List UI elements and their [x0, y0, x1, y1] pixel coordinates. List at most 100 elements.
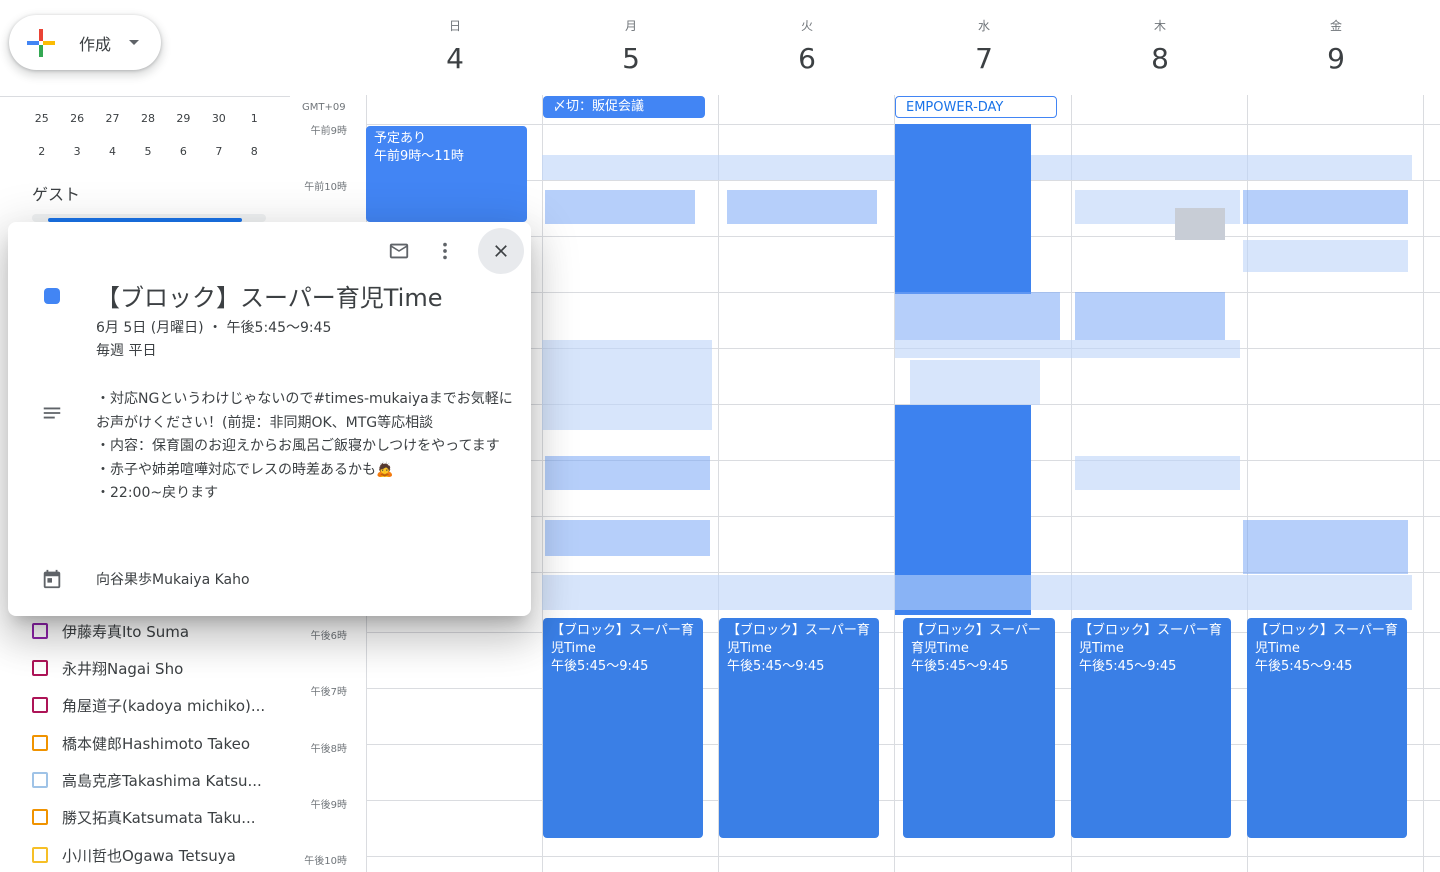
event-description: ・対応NGというわけじゃないので#times-mukaiyaまでお気軽にお声がけ… [96, 391, 513, 501]
day-number[interactable]: 4 [425, 42, 485, 75]
event-title: 【ブロック】スーパー育児Time [96, 284, 443, 312]
guest-item[interactable]: 角屋道子(kadoya michiko)... [32, 693, 265, 717]
guest-item[interactable]: 永井翔Nagai Sho [32, 656, 183, 680]
timezone-label: GMT+09 [302, 102, 346, 113]
event-time: 午後5:45〜9:45 [727, 659, 825, 674]
event-time: 午後5:45〜9:45 [1255, 659, 1353, 674]
mini-day[interactable]: 27 [95, 112, 130, 125]
mini-day[interactable]: 3 [59, 145, 94, 158]
time-label: 午後8時 [310, 744, 347, 755]
mini-day[interactable]: 7 [201, 145, 236, 158]
mini-day[interactable]: 1 [237, 112, 272, 125]
guest-name: 伊藤寿真Ito Suma [62, 622, 190, 641]
calendar-event[interactable]: 【ブロック】スーパー育児Time 午後5:45〜9:45 [719, 618, 879, 838]
checkbox-icon[interactable] [32, 809, 48, 825]
mini-day[interactable]: 29 [166, 112, 201, 125]
mini-day[interactable]: 30 [201, 112, 236, 125]
checkbox-icon[interactable] [32, 772, 48, 788]
mini-day[interactable]: 5 [130, 145, 165, 158]
chevron-down-icon [129, 40, 140, 45]
guest-item[interactable]: 橋本健郎Hashimoto Takeo [32, 731, 250, 755]
calendar-event[interactable]: 【ブロック】スーパー育児Time 午後5:45〜9:45 [543, 618, 703, 838]
event-recurrence: 毎週 平日 [96, 343, 157, 359]
calendar-event[interactable]: 【ブロック】スーパー育児Time 午後5:45〜9:45 [1247, 618, 1407, 838]
calendar-event[interactable]: 予定あり 午前9時〜11時 [366, 126, 527, 222]
guest-name: 角屋道子(kadoya michiko)... [62, 696, 266, 715]
blurred-event [895, 292, 1060, 340]
guest-item[interactable]: 小川哲也Ogawa Tetsuya [32, 843, 236, 867]
event-time: 午前9時〜11時 [374, 149, 464, 164]
close-icon [495, 245, 507, 257]
checkbox-icon[interactable] [32, 735, 48, 751]
time-label: 午前9時 [310, 126, 347, 137]
blurred-event [545, 190, 695, 224]
mini-day[interactable]: 4 [95, 145, 130, 158]
day-number[interactable]: 6 [777, 42, 837, 75]
blurred-event [1243, 190, 1408, 224]
blurred-event [727, 190, 877, 224]
checkbox-icon[interactable] [32, 623, 48, 639]
checkbox-icon[interactable] [32, 660, 48, 676]
event-time: 午後5:45〜9:45 [551, 659, 649, 674]
event-date: 6月 5日 (月曜日) ・ 午後5:45〜9:45 [96, 320, 332, 336]
event-title: 【ブロック】スーパー育児Time [727, 623, 870, 656]
blurred-event [1243, 240, 1408, 272]
mini-day[interactable]: 8 [237, 145, 272, 158]
mini-day[interactable]: 6 [166, 145, 201, 158]
event-title: 【ブロック】スーパー育児Time [1079, 623, 1222, 656]
more-vert-icon[interactable] [434, 240, 456, 262]
blurred-event [895, 340, 1240, 358]
event-title: 【ブロック】スーパー育児Time [1255, 623, 1398, 656]
create-label: 作成 [79, 34, 112, 54]
day-number[interactable]: 8 [1130, 42, 1190, 75]
day-of-week: 金 [1329, 19, 1342, 33]
event-time: 午後5:45〜9:45 [911, 659, 1009, 674]
description-icon [41, 402, 63, 424]
day-number[interactable]: 9 [1306, 42, 1366, 75]
all-day-event[interactable]: 〆切：販促会議 [543, 96, 705, 118]
time-label: 午後7時 [310, 687, 347, 698]
guest-item[interactable]: 勝又拓真Katsumata Taku... [32, 805, 256, 829]
time-label: 午後10時 [304, 856, 347, 867]
create-button[interactable]: 作成 [9, 15, 161, 70]
day-of-week: 火 [800, 19, 813, 33]
mail-icon[interactable] [388, 240, 410, 262]
blurred-events [542, 575, 1412, 610]
close-button[interactable] [478, 228, 524, 274]
event-title: 【ブロック】スーパー育児Time [911, 623, 1041, 656]
blurred-event [1075, 292, 1225, 340]
blurred-event [1075, 456, 1240, 490]
sidebar-divider [0, 96, 290, 97]
mini-day[interactable]: 25 [24, 112, 59, 125]
mini-day[interactable]: 2 [24, 145, 59, 158]
event-color-swatch [44, 288, 60, 304]
checkbox-icon[interactable] [32, 697, 48, 713]
day-number[interactable]: 5 [601, 42, 661, 75]
guest-name: 高島克彦Takashima Katsu... [62, 771, 262, 790]
day-of-week: 木 [1153, 19, 1166, 33]
all-day-event[interactable]: EMPOWER-DAY [895, 96, 1057, 118]
day-number[interactable]: 7 [954, 42, 1014, 75]
guest-name: 小川哲也Ogawa Tetsuya [62, 846, 236, 865]
day-of-week: 月 [624, 19, 637, 33]
guest-item[interactable]: 高島克彦Takashima Katsu... [32, 768, 262, 792]
event-title: 予定あり [374, 131, 427, 146]
grid-line [366, 856, 1440, 857]
mini-day[interactable]: 28 [130, 112, 165, 125]
blurred-event [545, 520, 710, 556]
guests-heading: ゲスト [32, 185, 81, 204]
calendar-event[interactable]: 【ブロック】スーパー育児Time 午後5:45〜9:45 [903, 618, 1055, 838]
guest-name: 永井翔Nagai Sho [62, 659, 184, 678]
day-of-week: 水 [977, 19, 990, 33]
blurred-event [1243, 520, 1408, 574]
time-label: 午後6時 [310, 631, 347, 642]
checkbox-icon[interactable] [32, 847, 48, 863]
calendar-event[interactable]: 【ブロック】スーパー育児Time 午後5:45〜9:45 [1071, 618, 1231, 838]
mini-day[interactable]: 26 [59, 112, 94, 125]
guest-item[interactable]: 伊藤寿真Ito Suma [32, 619, 189, 643]
day-of-week: 日 [448, 19, 461, 33]
grid-line [1423, 95, 1424, 872]
guest-name: 勝又拓真Katsumata Taku... [62, 808, 256, 827]
event-title: 【ブロック】スーパー育児Time [551, 623, 694, 656]
event-time: 午後5:45〜9:45 [1079, 659, 1177, 674]
